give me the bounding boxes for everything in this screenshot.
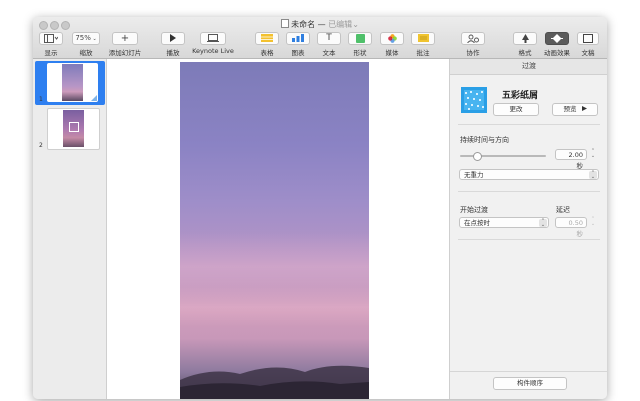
add-slide-label: 添加幻灯片 xyxy=(108,49,142,57)
table-button[interactable]: 表格 xyxy=(255,32,279,57)
chart-icon xyxy=(292,34,304,42)
collaborate-icon xyxy=(467,34,479,44)
edited-chevron-icon[interactable]: ⌄ xyxy=(352,20,359,29)
table-label: 表格 xyxy=(260,49,274,57)
sunset-landscape xyxy=(180,232,369,399)
transition-corner-icon xyxy=(91,95,97,101)
text-icon: T xyxy=(326,33,332,43)
media-label: 媒体 xyxy=(385,49,399,57)
animate-diamond-icon xyxy=(551,34,563,43)
popup-arrows-icon: ⌃ ⌄ xyxy=(539,218,547,228)
document-icon xyxy=(281,19,290,28)
collaborate-label: 协作 xyxy=(466,49,480,57)
slide-number: 1 xyxy=(39,96,43,103)
table-icon xyxy=(261,34,273,42)
duration-stepper[interactable]: ⌃ ⌄ xyxy=(590,149,596,160)
collaborate-button[interactable]: 协作 xyxy=(461,32,485,57)
build-order-button[interactable]: 构件顺序 xyxy=(493,377,567,390)
direction-popup[interactable]: 无重力 ⌃ ⌄ xyxy=(459,169,599,180)
play-button[interactable]: 播放 xyxy=(161,32,185,57)
photos-icon xyxy=(387,34,397,43)
shape-button[interactable]: 形状 xyxy=(348,32,372,57)
preview-button[interactable]: 预览 xyxy=(552,103,598,116)
delay-field[interactable]: 0.50 秒 xyxy=(555,217,587,238)
confetti-effect-icon xyxy=(461,87,487,113)
slide-background-image[interactable] xyxy=(180,62,369,399)
chevron-down-icon: ⌄ xyxy=(90,36,97,42)
comment-button[interactable]: 批注 xyxy=(411,32,435,57)
slide-thumbnail-1[interactable] xyxy=(47,63,98,102)
chart-button[interactable]: 图表 xyxy=(286,32,310,57)
zoom-label: 缩放 xyxy=(79,49,93,57)
sidebar-view-icon xyxy=(44,34,59,43)
keynote-live-label: Keynote Live xyxy=(192,47,234,55)
keynote-window: 未命名 — 已编辑⌄ 显示 75% ⌄ 缩放 + 添加幻灯片 播放 Keynot… xyxy=(33,17,607,399)
animate-button[interactable]: 动画效果 xyxy=(542,32,572,57)
format-button[interactable]: 格式 xyxy=(513,32,537,57)
text-label: 文本 xyxy=(322,49,336,57)
duration-slider[interactable] xyxy=(460,152,546,161)
add-slide-button[interactable]: + 添加幻灯片 xyxy=(106,32,144,57)
popup-arrows-icon: ⌃ ⌄ xyxy=(589,170,597,180)
change-button[interactable]: 更改 xyxy=(493,103,539,116)
duration-slider-knob[interactable] xyxy=(473,152,482,161)
image-placeholder-icon xyxy=(69,122,79,132)
text-button[interactable]: T 文本 xyxy=(317,32,341,57)
delay-stepper[interactable]: ⌃ ⌄ xyxy=(590,217,596,228)
zoom-value: 75% xyxy=(75,34,91,42)
slide-thumbnail-image xyxy=(63,110,84,147)
chart-label: 图表 xyxy=(291,49,305,57)
document-label: 文稿 xyxy=(581,49,595,57)
document-button[interactable]: 文稿 xyxy=(576,32,600,57)
effect-name: 五彩纸屑 xyxy=(502,91,539,101)
plus-icon: + xyxy=(120,33,130,44)
start-transition-label: 开始过渡 xyxy=(460,206,488,214)
slide-number: 2 xyxy=(39,142,43,149)
edited-status[interactable]: 已编辑 xyxy=(328,20,352,29)
slide-thumbnail-image xyxy=(62,64,83,101)
tab-transition[interactable]: 过渡 xyxy=(450,59,607,75)
comment-label: 批注 xyxy=(416,49,430,57)
play-triangle-icon xyxy=(581,106,587,111)
keynote-live-button[interactable]: Keynote Live xyxy=(191,32,235,55)
format-label: 格式 xyxy=(518,49,532,57)
document-panel-icon xyxy=(583,34,593,43)
animate-inspector: 过渡 五彩纸屑 更改 预览 持续时间与方向 2.00 秒 ⌃ ⌄ 无重力 ⌃ ⌄… xyxy=(449,59,607,399)
format-brush-icon xyxy=(521,34,529,43)
zoom-control[interactable]: 75% ⌄ 缩放 xyxy=(71,32,101,57)
comment-icon xyxy=(417,34,429,42)
slide-navigator: 1 2 xyxy=(33,59,107,399)
duration-direction-label: 持续时间与方向 xyxy=(460,136,509,144)
document-name: 未命名 xyxy=(291,20,316,29)
play-icon xyxy=(170,34,176,42)
media-button[interactable]: 媒体 xyxy=(380,32,404,57)
play-label: 播放 xyxy=(166,49,180,57)
keynote-live-icon xyxy=(207,34,219,42)
duration-field[interactable]: 2.00 秒 xyxy=(555,149,587,170)
window-title: 未命名 — 已编辑⌄ xyxy=(33,19,607,30)
animate-label: 动画效果 xyxy=(544,49,570,57)
shape-icon xyxy=(355,34,365,43)
delay-label: 延迟 xyxy=(556,206,570,214)
view-button[interactable]: 显示 xyxy=(38,32,64,57)
shape-label: 形状 xyxy=(353,49,367,57)
slide-canvas[interactable] xyxy=(107,59,449,399)
title-bar: 未命名 — 已编辑⌄ 显示 75% ⌄ 缩放 + 添加幻灯片 播放 Keynot… xyxy=(33,17,607,59)
start-transition-popup[interactable]: 在点按时 ⌃ ⌄ xyxy=(459,217,549,228)
slide-thumbnail-2[interactable] xyxy=(47,108,100,150)
view-label: 显示 xyxy=(44,49,58,57)
